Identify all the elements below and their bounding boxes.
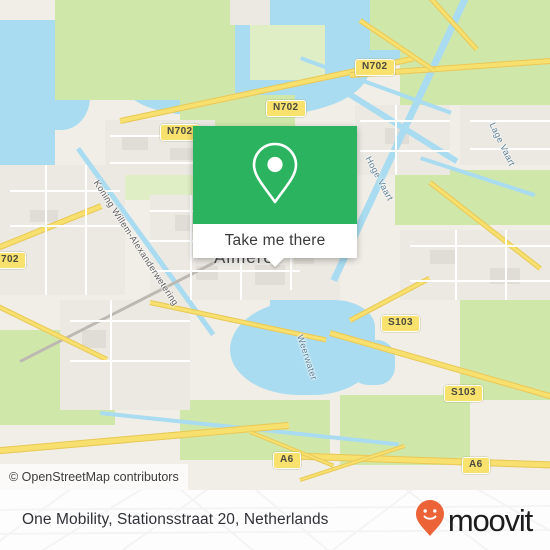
- urban-far-north: [230, 0, 270, 25]
- road-shield-n702-n: N702: [266, 100, 306, 117]
- map-pin-icon: [247, 139, 303, 212]
- moovit-logo[interactable]: moovit: [415, 499, 533, 542]
- moovit-wordmark: moovit: [447, 502, 533, 538]
- map-attribution: © OpenStreetMap contributors: [0, 464, 188, 490]
- urban-east-mid: [400, 230, 550, 300]
- place-title: One Mobility, Stationsstraat 20, Netherl…: [22, 511, 329, 528]
- street-minor-14: [410, 245, 550, 247]
- urban-south-west: [60, 300, 190, 410]
- attribution-text: © OpenStreetMap contributors: [9, 470, 179, 484]
- street-minor-20: [395, 105, 397, 175]
- street-minor-17: [505, 230, 507, 300]
- card-pointer-tail: [266, 258, 284, 267]
- street-minor-13: [110, 300, 112, 410]
- card-icon-area: [193, 126, 357, 224]
- street-minor-11: [70, 320, 190, 322]
- road-shield-s103-e: S103: [381, 315, 420, 332]
- street-minor-9: [45, 165, 47, 295]
- street-minor-15: [410, 280, 550, 282]
- street-minor-18: [360, 120, 450, 122]
- street-minor-8: [10, 225, 120, 227]
- take-me-there-button[interactable]: Take me there: [193, 224, 357, 258]
- take-me-there-label: Take me there: [224, 232, 326, 249]
- take-me-there-card[interactable]: Take me there: [193, 126, 357, 267]
- building-cluster-11: [122, 136, 148, 150]
- map-canvas[interactable]: N702 N702 N702 702 S103 S103 A6 A6 Konin…: [0, 0, 550, 490]
- map-share-card: N702 N702 N702 702 S103 S103 A6 A6 Konin…: [0, 0, 550, 550]
- green-north-mid: [250, 25, 325, 80]
- street-minor-19: [360, 150, 450, 152]
- building-cluster-7: [82, 330, 106, 348]
- road-shield-n702-w: 702: [0, 252, 26, 269]
- building-cluster-8: [430, 250, 456, 264]
- footer-bar: One Mobility, Stationsstraat 20, Netherl…: [0, 490, 550, 550]
- moovit-pin-smiley-icon: [415, 499, 445, 542]
- street-minor-12: [70, 360, 190, 362]
- street-minor-10: [85, 165, 87, 295]
- street-minor-16: [455, 230, 457, 300]
- road-shield-n702-ne: N702: [355, 59, 395, 76]
- building-cluster-3: [255, 265, 285, 285]
- green-north-polder: [55, 0, 235, 100]
- building-cluster-6: [30, 210, 58, 222]
- road-shield-a6-s: A6: [273, 452, 301, 469]
- street-minor-3: [150, 270, 300, 272]
- road-shield-a6-se: A6: [462, 457, 490, 474]
- road-shield-s103-se: S103: [444, 385, 483, 402]
- street-minor-4: [190, 195, 192, 300]
- street-minor-23: [470, 120, 550, 122]
